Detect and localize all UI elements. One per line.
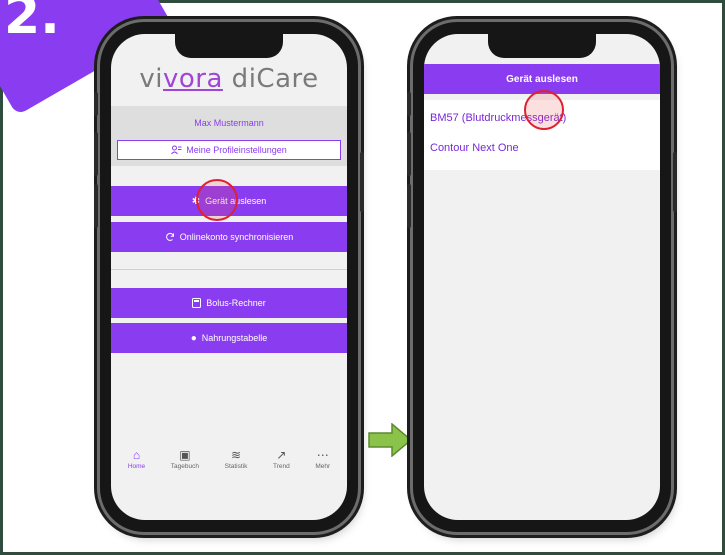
profile-settings-label: Meine Profileinstellungen — [186, 145, 287, 155]
left-screen: vivora diCare Max Mustermann Meine Profi… — [111, 34, 347, 520]
device-item-contour[interactable]: Contour Next One — [430, 142, 519, 154]
sync-account-label: Onlinekonto synchronisieren — [179, 232, 294, 242]
apple-icon: ● — [190, 332, 197, 344]
nav-label: Tagebuch — [170, 462, 199, 470]
side-button — [360, 152, 364, 212]
logo-text-dicare: diCare — [222, 64, 319, 94]
side-button — [673, 152, 677, 212]
home-icon: ⌂ — [132, 447, 141, 462]
side-button — [94, 132, 98, 176]
nav-item-trend[interactable]: ↗ Trend — [273, 449, 290, 470]
diary-icon: ▣ — [179, 447, 191, 462]
nav-label: Home — [127, 462, 146, 470]
logo-text-vora: vora — [163, 64, 223, 94]
highlight-circle — [196, 179, 238, 221]
more-icon: ⋯ — [316, 447, 329, 462]
left-phone: vivora diCare Max Mustermann Meine Profi… — [94, 22, 364, 532]
notch — [175, 34, 283, 58]
profile-settings-button[interactable]: Meine Profileinstellungen — [117, 140, 341, 160]
notch — [488, 34, 596, 58]
calculator-icon — [192, 298, 202, 308]
highlight-circle — [524, 90, 564, 130]
header-title: Gerät auslesen — [506, 73, 578, 85]
right-phone: Gerät auslesen BM57 (Blutdruckmessgerät)… — [407, 22, 677, 532]
side-button — [407, 184, 411, 228]
sync-account-button[interactable]: Onlinekonto synchronisieren — [111, 222, 347, 252]
side-button — [407, 132, 411, 176]
bolus-calculator-label: Bolus-Rechner — [206, 298, 266, 308]
logo-text-vi: vi — [139, 64, 163, 94]
nav-label: Mehr — [315, 462, 331, 470]
bottom-navigation: ⌂ Home ▣ Tagebuch ≋ Statistik ↗ Trend ⋯ … — [111, 434, 347, 484]
side-button — [94, 92, 98, 116]
next-arrow-icon — [368, 423, 412, 457]
side-button — [407, 92, 411, 116]
trend-icon: ↗ — [276, 447, 287, 462]
step-number: 2. — [4, 0, 60, 46]
user-name: Max Mustermann — [194, 118, 264, 128]
right-screen: Gerät auslesen BM57 (Blutdruckmessgerät)… — [424, 34, 660, 520]
bolus-calculator-button[interactable]: Bolus-Rechner — [111, 288, 347, 318]
statistics-icon: ≋ — [230, 447, 242, 462]
side-button — [94, 184, 98, 228]
nav-item-statistics[interactable]: ≋ Statistik — [225, 449, 248, 470]
app-logo: vivora diCare — [111, 64, 347, 104]
profile-settings-icon — [171, 145, 182, 155]
nutrition-table-label: Nahrungstabelle — [201, 333, 268, 343]
nav-item-home[interactable]: ⌂ Home — [128, 449, 145, 470]
nav-label: Statistik — [224, 462, 248, 470]
sync-icon — [165, 232, 174, 241]
nav-item-more[interactable]: ⋯ Mehr — [315, 449, 330, 470]
nav-label: Trend — [273, 462, 290, 470]
nav-item-diary[interactable]: ▣ Tagebuch — [171, 449, 199, 470]
nutrition-table-button[interactable]: ● Nahrungstabelle — [111, 323, 347, 353]
profile-section: Max Mustermann Meine Profileinstellungen — [111, 106, 347, 166]
divider — [111, 269, 347, 270]
